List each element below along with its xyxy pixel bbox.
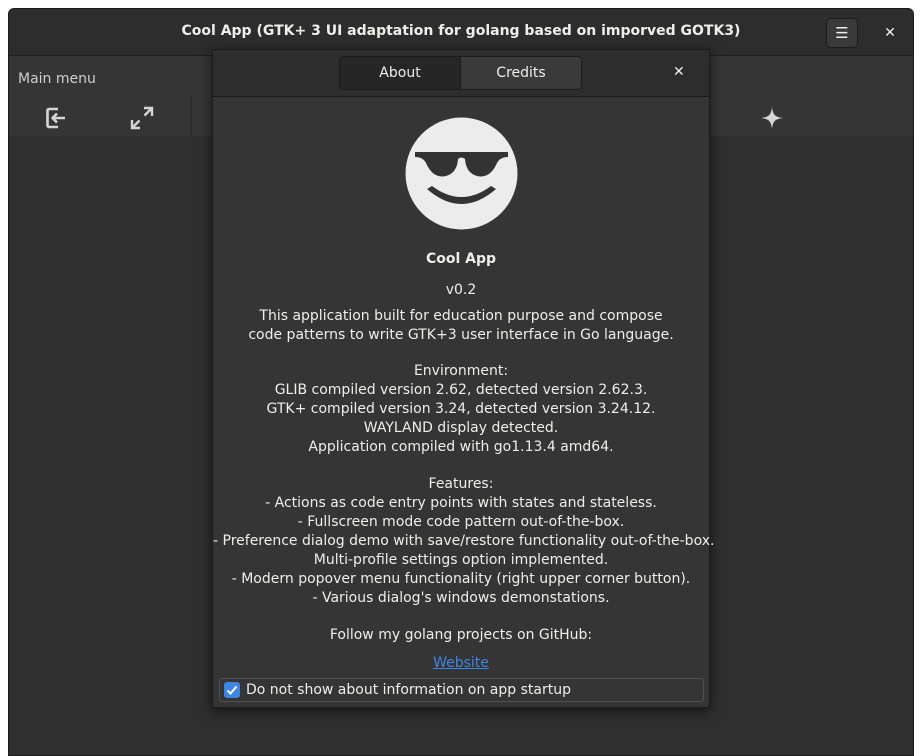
startup-checkbox-label: Do not show about information on app sta… — [246, 682, 571, 698]
app-name: Cool App — [425, 251, 497, 267]
description-line: code patterns to write GTK+3 user interf… — [248, 327, 674, 343]
environment-info: Environment: GLIB compiled version 2.62,… — [213, 362, 709, 457]
hamburger-icon: ☰ — [835, 24, 849, 42]
tab-credits[interactable]: Credits — [461, 57, 581, 89]
close-icon: ✕ — [673, 64, 685, 80]
toolbar-separator — [191, 96, 192, 138]
description-line: This application built for education pur… — [259, 308, 663, 324]
startup-checkbox[interactable] — [224, 682, 240, 698]
follow-text: Follow my golang projects on GitHub: — [329, 627, 593, 643]
close-icon: ✕ — [884, 25, 896, 41]
features-heading: Features: — [428, 476, 494, 492]
main-menu-label: Main menu — [18, 71, 96, 87]
feature-item: - Various dialog's windows demonstations… — [312, 590, 610, 606]
tab-about[interactable]: About — [340, 57, 461, 89]
website-link[interactable]: Website — [213, 654, 709, 673]
environment-line: GLIB compiled version 2.62, detected ver… — [274, 382, 648, 398]
dialog-header: About Credits ✕ — [213, 50, 709, 97]
fullscreen-icon[interactable] — [129, 105, 155, 131]
window-title: Cool App (GTK+ 3 UI adaptation for golan… — [181, 23, 741, 39]
environment-heading: Environment: — [413, 363, 509, 379]
app-version: v0.2 — [445, 282, 477, 298]
stack-switcher: About Credits — [339, 56, 582, 90]
feature-item: - Actions as code entry points with stat… — [265, 495, 657, 511]
sparkle-icon[interactable] — [759, 105, 785, 131]
checkmark-icon — [226, 685, 238, 695]
about-dialog: About Credits ✕ Cool App v0.2 This appli… — [212, 49, 715, 708]
hamburger-menu-button[interactable]: ☰ — [826, 18, 858, 48]
description: This application built for education pur… — [213, 307, 709, 345]
feature-item: - Preference dialog demo with save/resto… — [213, 533, 715, 549]
feature-item: - Fullscreen mode code pattern out-of-th… — [297, 514, 625, 530]
feature-item: Multi-profile settings option implemente… — [313, 552, 609, 568]
startup-option-row[interactable]: Do not show about information on app sta… — [219, 678, 704, 702]
feature-item: - Modern popover menu functionality (rig… — [231, 571, 691, 587]
features-list: Features: - Actions as code entry points… — [213, 475, 715, 608]
dialog-close-button[interactable]: ✕ — [673, 64, 685, 80]
sunglasses-smiley-icon — [405, 117, 518, 230]
exit-icon[interactable] — [44, 105, 70, 131]
window-close-button[interactable]: ✕ — [874, 18, 906, 48]
environment-line: GTK+ compiled version 3.24, detected ver… — [266, 401, 656, 417]
environment-line: WAYLAND display detected. — [363, 420, 559, 436]
environment-line: Application compiled with go1.13.4 amd64… — [308, 439, 614, 455]
